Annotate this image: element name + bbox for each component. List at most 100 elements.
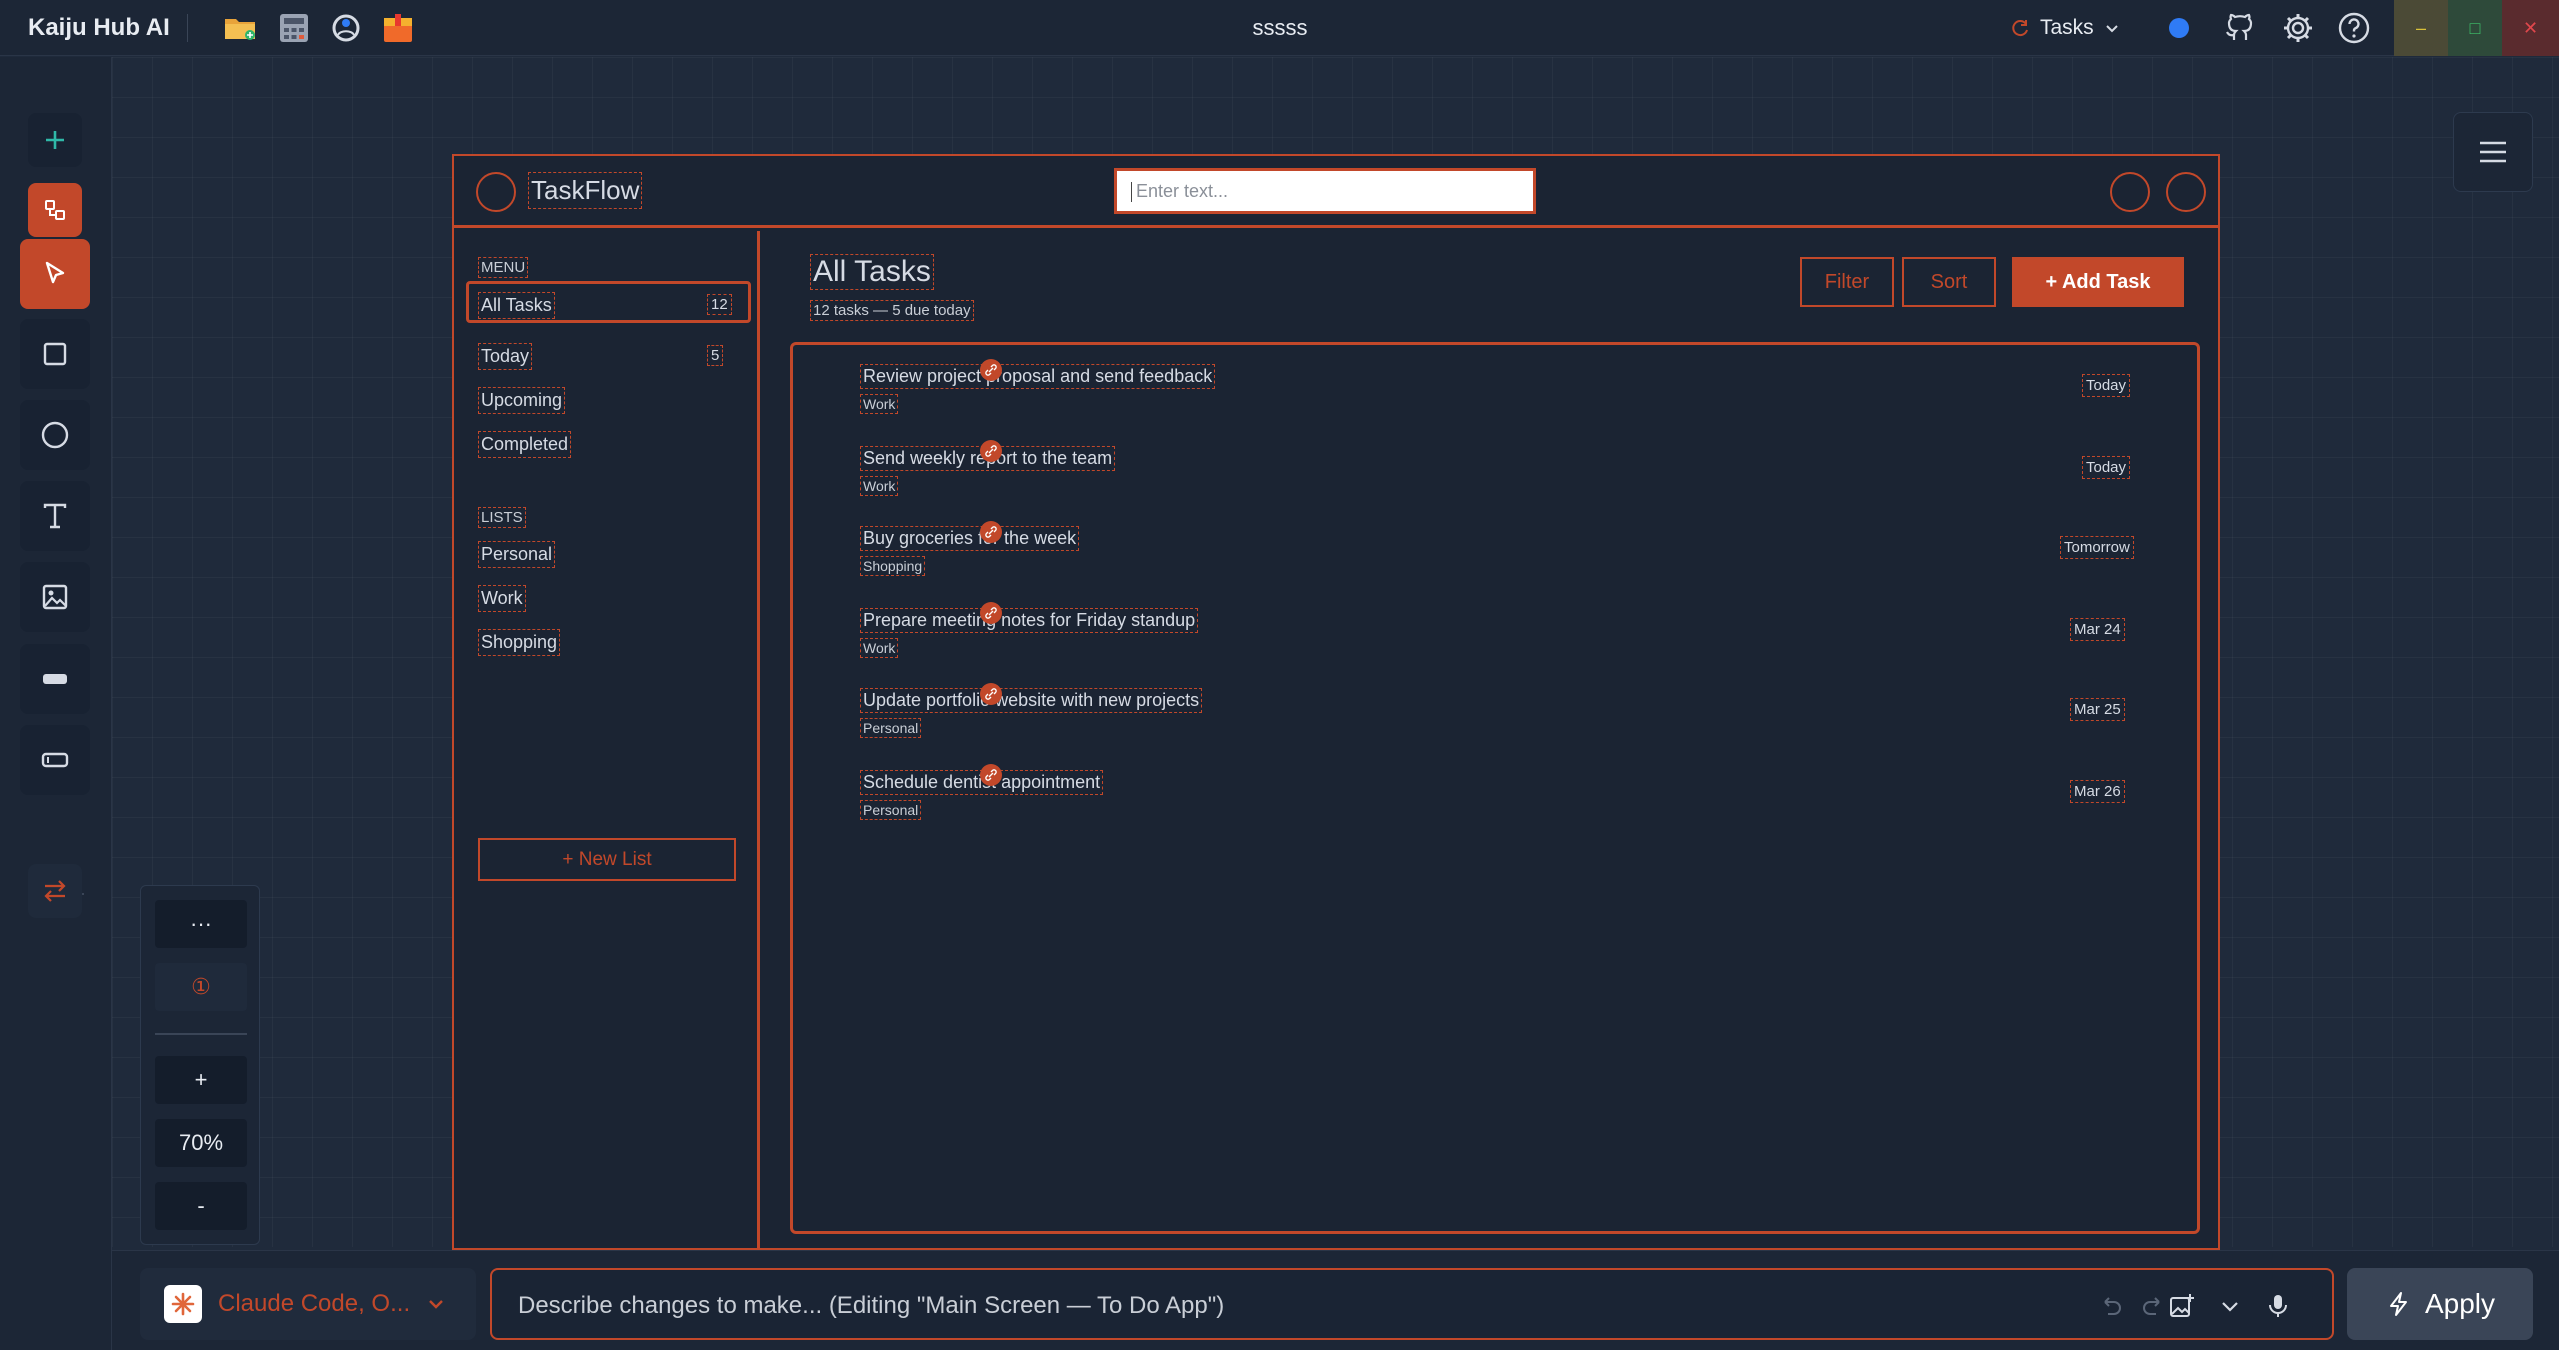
swap-arrows-icon [44, 880, 66, 902]
link-icon [980, 359, 1002, 381]
more-options-button[interactable]: ··· [155, 900, 247, 948]
window-minimize-button[interactable]: – [2394, 0, 2448, 56]
task-title: Review project proposal and send feedbac… [860, 364, 1216, 389]
apply-button[interactable]: Apply [2347, 1268, 2533, 1340]
gear-icon[interactable] [2280, 10, 2316, 46]
prompt-placeholder: Describe changes to make... (Editing "Ma… [518, 1292, 1225, 1319]
menu-section-label: MENU [478, 257, 529, 278]
task-title: Prepare meeting notes for Friday standup [860, 608, 1199, 633]
rectangle-tool[interactable] [20, 319, 90, 389]
task-tag: Shopping [860, 556, 926, 576]
task-tag: Personal [860, 800, 922, 820]
design-frame[interactable]: TaskFlow Enter text... MENU All Tasks 12… [452, 154, 2220, 1250]
github-icon[interactable] [2222, 10, 2258, 46]
app-title: Kaiju Hub AI [28, 14, 170, 41]
task-due-date: Tomorrow [2060, 536, 2134, 559]
add-button[interactable] [28, 113, 82, 167]
select-tool[interactable] [20, 239, 90, 309]
task-due-date: Today [2082, 456, 2131, 479]
refresh-icon [2012, 20, 2028, 37]
logo-circle [476, 172, 516, 212]
all-tasks-count: 12 [707, 294, 732, 315]
redo-icon[interactable] [2140, 1292, 2168, 1320]
zoom-in-button[interactable]: + [155, 1056, 247, 1104]
zoom-panel: ··· ① + 70% - [140, 885, 260, 1245]
package-icon[interactable] [380, 10, 416, 46]
button-tool[interactable] [20, 644, 90, 714]
circle-icon [41, 421, 69, 449]
tasks-dropdown-label: Tasks [2040, 16, 2094, 39]
input-tool[interactable] [20, 725, 90, 795]
prompt-input[interactable]: Describe changes to make... (Editing "Ma… [490, 1268, 2334, 1340]
page-subtitle: 12 tasks — 5 due today [810, 300, 974, 321]
tool-rail [0, 57, 112, 1350]
cloud-sync-icon[interactable] [328, 10, 364, 46]
model-selector[interactable]: Claude Code, O... [140, 1268, 476, 1340]
link-icon [980, 440, 1002, 462]
chevron-down-icon [429, 1300, 443, 1309]
task-tag: Work [860, 638, 899, 658]
task-title: Buy groceries for the week [860, 526, 1080, 551]
square-icon [43, 342, 67, 366]
sidebar-item-today[interactable]: Today [478, 343, 533, 370]
input-field-icon [41, 752, 69, 768]
today-count: 5 [707, 345, 724, 366]
calculator-icon[interactable] [276, 10, 312, 46]
avatar[interactable] [2166, 172, 2206, 212]
header-action-circle[interactable] [2110, 172, 2150, 212]
components-button[interactable] [28, 183, 82, 237]
lists-section-label: LISTS [478, 507, 526, 528]
help-icon[interactable] [2336, 10, 2372, 46]
undo-icon[interactable] [2096, 1292, 2124, 1320]
claude-logo-icon [164, 1285, 202, 1323]
components-icon [45, 200, 65, 220]
sidebar-list-personal[interactable]: Personal [478, 541, 556, 568]
zoom-out-button[interactable]: - [155, 1182, 247, 1230]
sidebar-item-completed[interactable]: Completed [478, 431, 572, 458]
filter-button[interactable]: Filter [1800, 257, 1894, 307]
open-folder-icon[interactable] [222, 10, 258, 46]
link-icon [980, 521, 1002, 543]
text-icon [43, 503, 67, 529]
link-icon [980, 683, 1002, 705]
image-icon [42, 584, 68, 610]
plus-icon [46, 131, 64, 149]
task-due-date: Today [2082, 374, 2131, 397]
model-name: Claude Code, O... [218, 1290, 411, 1317]
microphone-icon[interactable] [2264, 1292, 2292, 1320]
add-task-button[interactable]: + Add Task [2012, 257, 2184, 307]
search-input[interactable]: Enter text... [1114, 168, 1536, 214]
window-maximize-button[interactable]: □ [2448, 0, 2502, 56]
search-placeholder: Enter text... [1136, 181, 1229, 201]
image-tool[interactable] [20, 562, 90, 632]
task-tag: Work [860, 476, 899, 496]
cursor-icon [45, 261, 65, 284]
sort-button[interactable]: Sort [1902, 257, 1996, 307]
link-icon [980, 602, 1002, 624]
title-bar: Kaiju Hub AI sssss Tasks – □ ✕ [0, 0, 2559, 56]
app-header: TaskFlow Enter text... [454, 156, 2218, 228]
task-tag: Work [860, 394, 899, 414]
ellipse-tool[interactable] [20, 400, 90, 470]
link-icon [980, 764, 1002, 786]
sidebar-list-shopping[interactable]: Shopping [478, 629, 561, 656]
add-image-icon[interactable] [2168, 1292, 2196, 1320]
new-list-button[interactable]: + New List [478, 838, 736, 881]
document-title: sssss [1252, 15, 1308, 40]
text-tool[interactable] [20, 481, 90, 551]
zoom-separator [155, 1033, 247, 1035]
task-due-date: Mar 26 [2070, 780, 2125, 803]
menu-button[interactable] [2453, 112, 2533, 192]
task-title: Update portfolio website with new projec… [860, 688, 1203, 713]
tasks-dropdown[interactable]: Tasks [2010, 12, 2120, 44]
sidebar-list-work[interactable]: Work [478, 585, 526, 612]
sidebar-item-upcoming[interactable]: Upcoming [478, 387, 566, 414]
swap-button[interactable] [28, 864, 82, 918]
lightning-icon [2389, 1292, 2407, 1316]
chevron-down-icon[interactable] [2216, 1292, 2244, 1320]
status-dot [2169, 18, 2189, 38]
alert-button[interactable]: ① [155, 963, 247, 1011]
window-close-button[interactable]: ✕ [2502, 0, 2559, 56]
sidebar-item-all-tasks[interactable]: All Tasks [478, 292, 555, 319]
sidebar: MENU All Tasks 12 Today 5 Upcoming Compl… [454, 231, 760, 1248]
